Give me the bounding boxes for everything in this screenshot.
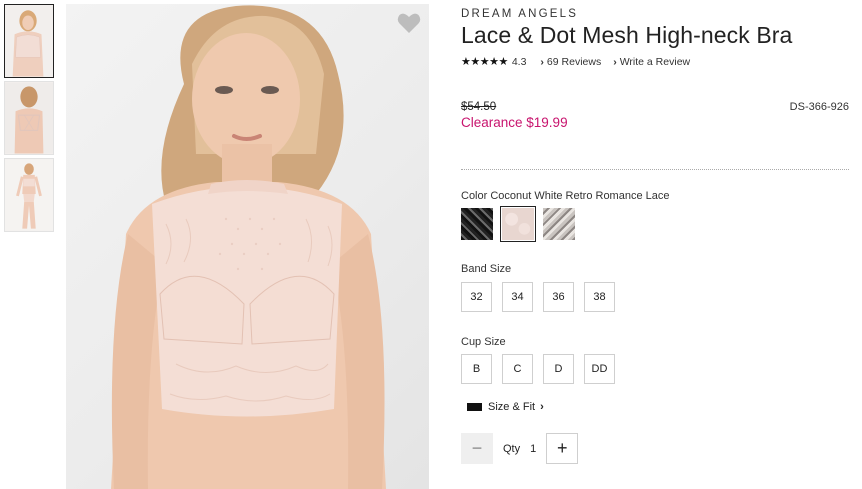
band-size-option[interactable]: 36 — [543, 282, 574, 312]
rating-value: 4.3 — [511, 55, 527, 68]
swatch-black-lace[interactable] — [461, 208, 493, 240]
chevron-right-icon: › — [613, 55, 617, 68]
quantity-label: Qty — [503, 442, 521, 455]
swatch-coconut-white[interactable] — [500, 206, 536, 242]
cup-size-options: B C D DD — [461, 354, 615, 384]
thumbnail-back[interactable] — [4, 81, 54, 155]
clearance-price: Clearance $19.99 — [461, 115, 568, 130]
cup-size-option[interactable]: D — [543, 354, 574, 384]
reviews-link-label: 69 Reviews — [546, 55, 602, 68]
quantity-stepper: − Qty 1 + — [461, 433, 579, 464]
band-size-option[interactable]: 32 — [461, 282, 492, 312]
chevron-right-icon: › — [540, 401, 544, 413]
cup-size-option[interactable]: C — [502, 354, 533, 384]
cup-size-label: Cup Size — [461, 336, 506, 348]
favorite-heart-icon[interactable] — [397, 12, 421, 34]
model-photo — [111, 5, 386, 489]
price-block: $54.50 Clearance $19.99 DS-366-926 — [461, 101, 849, 130]
product-info: DREAM ANGELS Lace & Dot Mesh High-neck B… — [461, 8, 851, 68]
quantity-decrease-button[interactable]: − — [461, 433, 493, 464]
rating-stars-icon: ★★★★★ — [461, 56, 508, 68]
reviews-link[interactable]: › 69 Reviews — [540, 56, 601, 68]
main-product-image[interactable] — [66, 4, 429, 489]
ruler-icon — [467, 403, 482, 411]
rating-row: ★★★★★ 4.3 › 69 Reviews › Write a Review — [461, 55, 851, 69]
thumbnail-front[interactable] — [4, 4, 54, 78]
product-title: Lace & Dot Mesh High-neck Bra — [461, 22, 793, 48]
write-review-link[interactable]: › Write a Review — [613, 56, 690, 68]
size-fit-link[interactable]: Size & Fit › — [467, 401, 544, 413]
thumbnail-list — [4, 4, 56, 235]
color-swatches — [461, 206, 575, 242]
band-size-options: 32 34 36 38 — [461, 282, 615, 312]
color-label: Color Coconut White Retro Romance Lace — [461, 190, 670, 202]
swatch-retro-romance-lace[interactable] — [543, 208, 575, 240]
product-sku: DS-366-926 — [789, 101, 849, 113]
band-size-option[interactable]: 38 — [584, 282, 615, 312]
quantity-increase-button[interactable]: + — [546, 433, 579, 464]
size-fit-label: Size & Fit — [488, 401, 536, 413]
section-divider — [461, 169, 849, 170]
cup-size-option[interactable]: B — [461, 354, 492, 384]
cup-size-option[interactable]: DD — [584, 354, 615, 384]
chevron-right-icon: › — [540, 55, 544, 68]
thumbnail-full[interactable] — [4, 158, 54, 232]
product-brand: DREAM ANGELS — [461, 8, 579, 20]
band-size-label: Band Size — [461, 263, 512, 275]
band-size-option[interactable]: 34 — [502, 282, 533, 312]
quantity-value: 1 — [530, 442, 537, 455]
write-review-label: Write a Review — [619, 55, 691, 68]
